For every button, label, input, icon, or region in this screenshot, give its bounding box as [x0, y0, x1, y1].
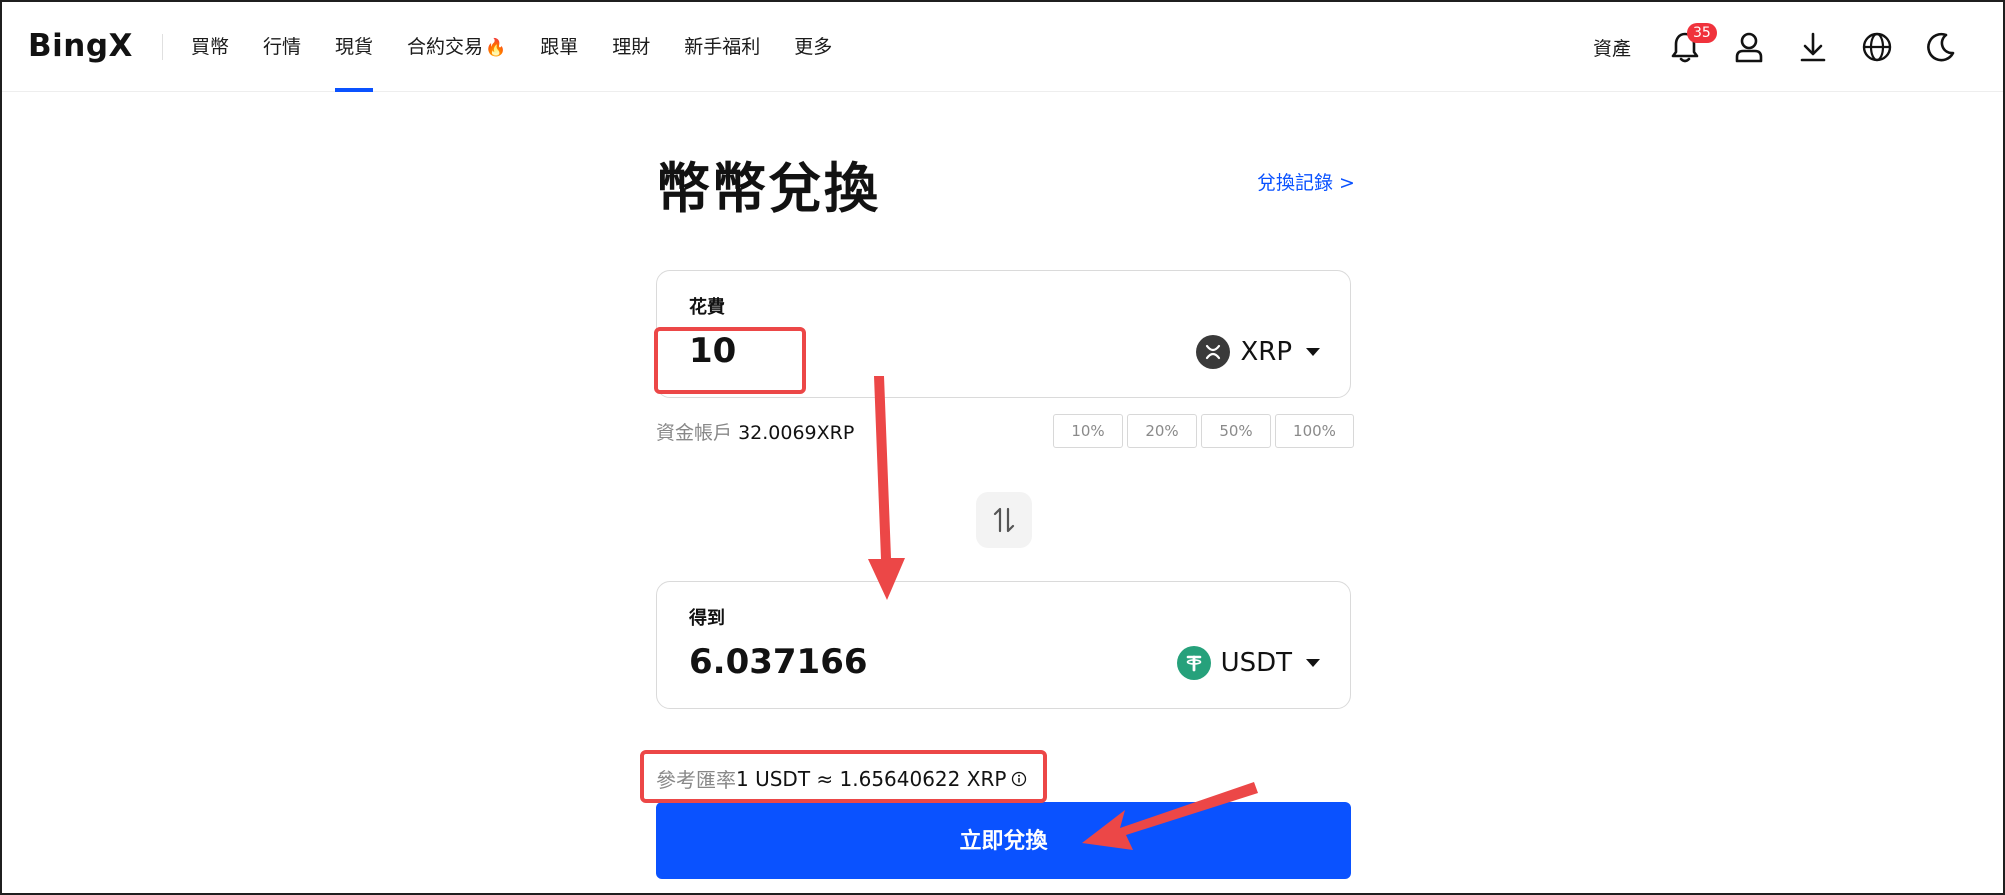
annotation-arrows — [868, 376, 1258, 850]
annotation-arrow-down — [868, 376, 905, 600]
annotation-arrow-to-button — [1082, 782, 1258, 850]
